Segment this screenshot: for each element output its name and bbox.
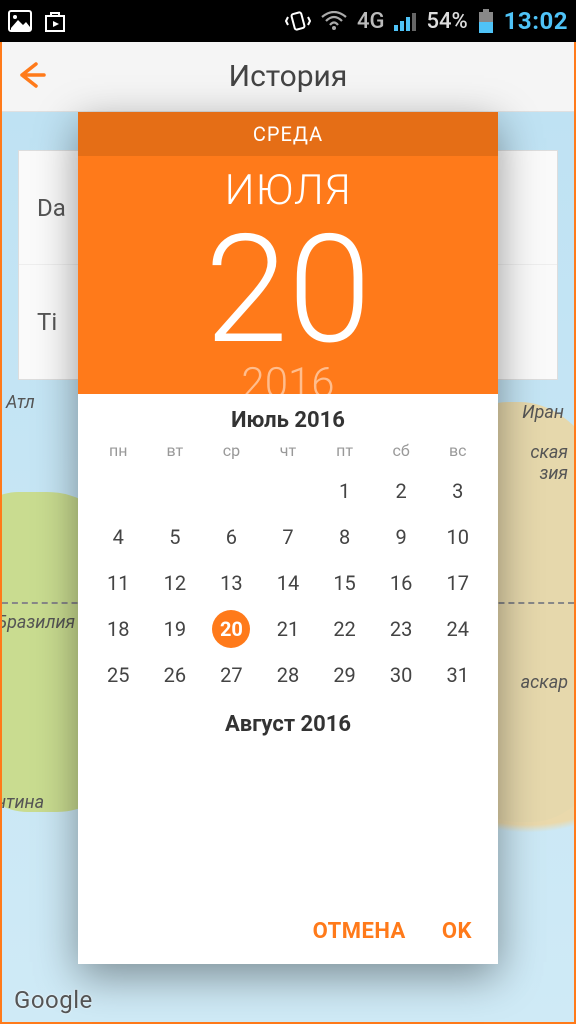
dow-cell: ср — [203, 441, 260, 460]
day-cell[interactable]: 1 — [316, 468, 373, 514]
clock: 13:02 — [504, 7, 568, 35]
dow-cell: пт — [316, 441, 373, 460]
battery-pct: 54% — [426, 9, 467, 34]
vibrate-icon — [285, 10, 311, 32]
dow-cell: вт — [147, 441, 204, 460]
cancel-button[interactable]: ОТМЕНА — [313, 919, 406, 944]
date-picker-dialog: СРЕДА ИЮЛЯ 20 2016 Июль 2016 пн вт ср чт… — [78, 112, 498, 964]
day-cell[interactable]: 17 — [429, 560, 486, 606]
dialog-day: 20 — [78, 215, 498, 365]
day-cell[interactable]: 5 — [147, 514, 204, 560]
app-header: История — [2, 42, 574, 112]
day-cell[interactable]: 19 — [147, 606, 204, 652]
dow-cell: сб — [373, 441, 430, 460]
day-cell[interactable]: 10 — [429, 514, 486, 560]
day-cell[interactable]: 23 — [373, 606, 430, 652]
google-logo: Google — [14, 986, 93, 1014]
picture-icon — [8, 10, 32, 32]
dialog-header[interactable]: ИЮЛЯ 20 2016 — [78, 156, 498, 394]
back-button[interactable] — [14, 58, 48, 96]
day-cell[interactable]: 6 — [203, 514, 260, 560]
dialog-actions: ОТМЕНА OK — [78, 901, 498, 964]
day-cell-selected[interactable]: 20 — [203, 606, 260, 652]
day-cell[interactable]: 16 — [373, 560, 430, 606]
day-cell[interactable]: 13 — [203, 560, 260, 606]
map-label: аскар — [521, 672, 568, 693]
day-cell[interactable]: 15 — [316, 560, 373, 606]
dow-cell: вс — [429, 441, 486, 460]
day-cell[interactable]: 25 — [90, 652, 147, 698]
network-label: 4G — [357, 9, 385, 34]
map-label: нтина — [2, 792, 44, 813]
day-cell[interactable]: 14 — [260, 560, 317, 606]
signal-icon — [394, 11, 416, 31]
day-cell[interactable]: 27 — [203, 652, 260, 698]
day-cell[interactable]: 28 — [260, 652, 317, 698]
map-label: ская зия — [530, 442, 568, 484]
ok-button[interactable]: OK — [442, 919, 472, 944]
day-cell[interactable]: 9 — [373, 514, 430, 560]
day-cell[interactable]: 2 — [373, 468, 430, 514]
day-cell[interactable]: 24 — [429, 606, 486, 652]
day-cell[interactable]: 4 — [90, 514, 147, 560]
day-cell[interactable]: 31 — [429, 652, 486, 698]
statusbar: 4G 54% 13:02 — [0, 0, 576, 42]
form-label-time: Ti — [19, 308, 57, 336]
dialog-weekday: СРЕДА — [78, 112, 498, 156]
day-cell[interactable] — [260, 468, 317, 514]
map-label: Атл — [6, 392, 35, 413]
day-cell[interactable]: 7 — [260, 514, 317, 560]
day-cell[interactable] — [147, 468, 204, 514]
calendar-month-title: Июль 2016 — [90, 408, 486, 433]
calendar-week: 18 19 20 21 22 23 24 — [90, 606, 486, 652]
calendar-week: 11 12 13 14 15 16 17 — [90, 560, 486, 606]
day-cell[interactable]: 18 — [90, 606, 147, 652]
calendar-week: 4 5 6 7 8 9 10 — [90, 514, 486, 560]
day-cell[interactable]: 26 — [147, 652, 204, 698]
map-label: Иран — [522, 402, 564, 423]
play-store-icon — [42, 9, 68, 33]
calendar-week: 1 2 3 — [90, 468, 486, 514]
calendar-next-month-title: Август 2016 — [90, 712, 486, 737]
form-label-date: Da — [19, 194, 66, 222]
calendar-dow-row: пн вт ср чт пт сб вс — [90, 441, 486, 460]
day-cell[interactable]: 8 — [316, 514, 373, 560]
wifi-icon — [321, 11, 347, 31]
day-cell[interactable]: 3 — [429, 468, 486, 514]
dow-cell: чт — [260, 441, 317, 460]
map-label: Бразилия — [2, 612, 75, 633]
day-cell[interactable]: 30 — [373, 652, 430, 698]
battery-icon — [478, 9, 494, 33]
day-cell[interactable]: 12 — [147, 560, 204, 606]
day-cell[interactable] — [203, 468, 260, 514]
page-title: История — [229, 59, 348, 94]
day-cell[interactable]: 22 — [316, 606, 373, 652]
day-cell[interactable] — [90, 468, 147, 514]
calendar-grid[interactable]: Июль 2016 пн вт ср чт пт сб вс 1 2 3 4 5… — [78, 394, 498, 901]
day-cell[interactable]: 29 — [316, 652, 373, 698]
day-cell[interactable]: 11 — [90, 560, 147, 606]
dow-cell: пн — [90, 441, 147, 460]
calendar-week: 25 26 27 28 29 30 31 — [90, 652, 486, 698]
day-cell[interactable]: 21 — [260, 606, 317, 652]
